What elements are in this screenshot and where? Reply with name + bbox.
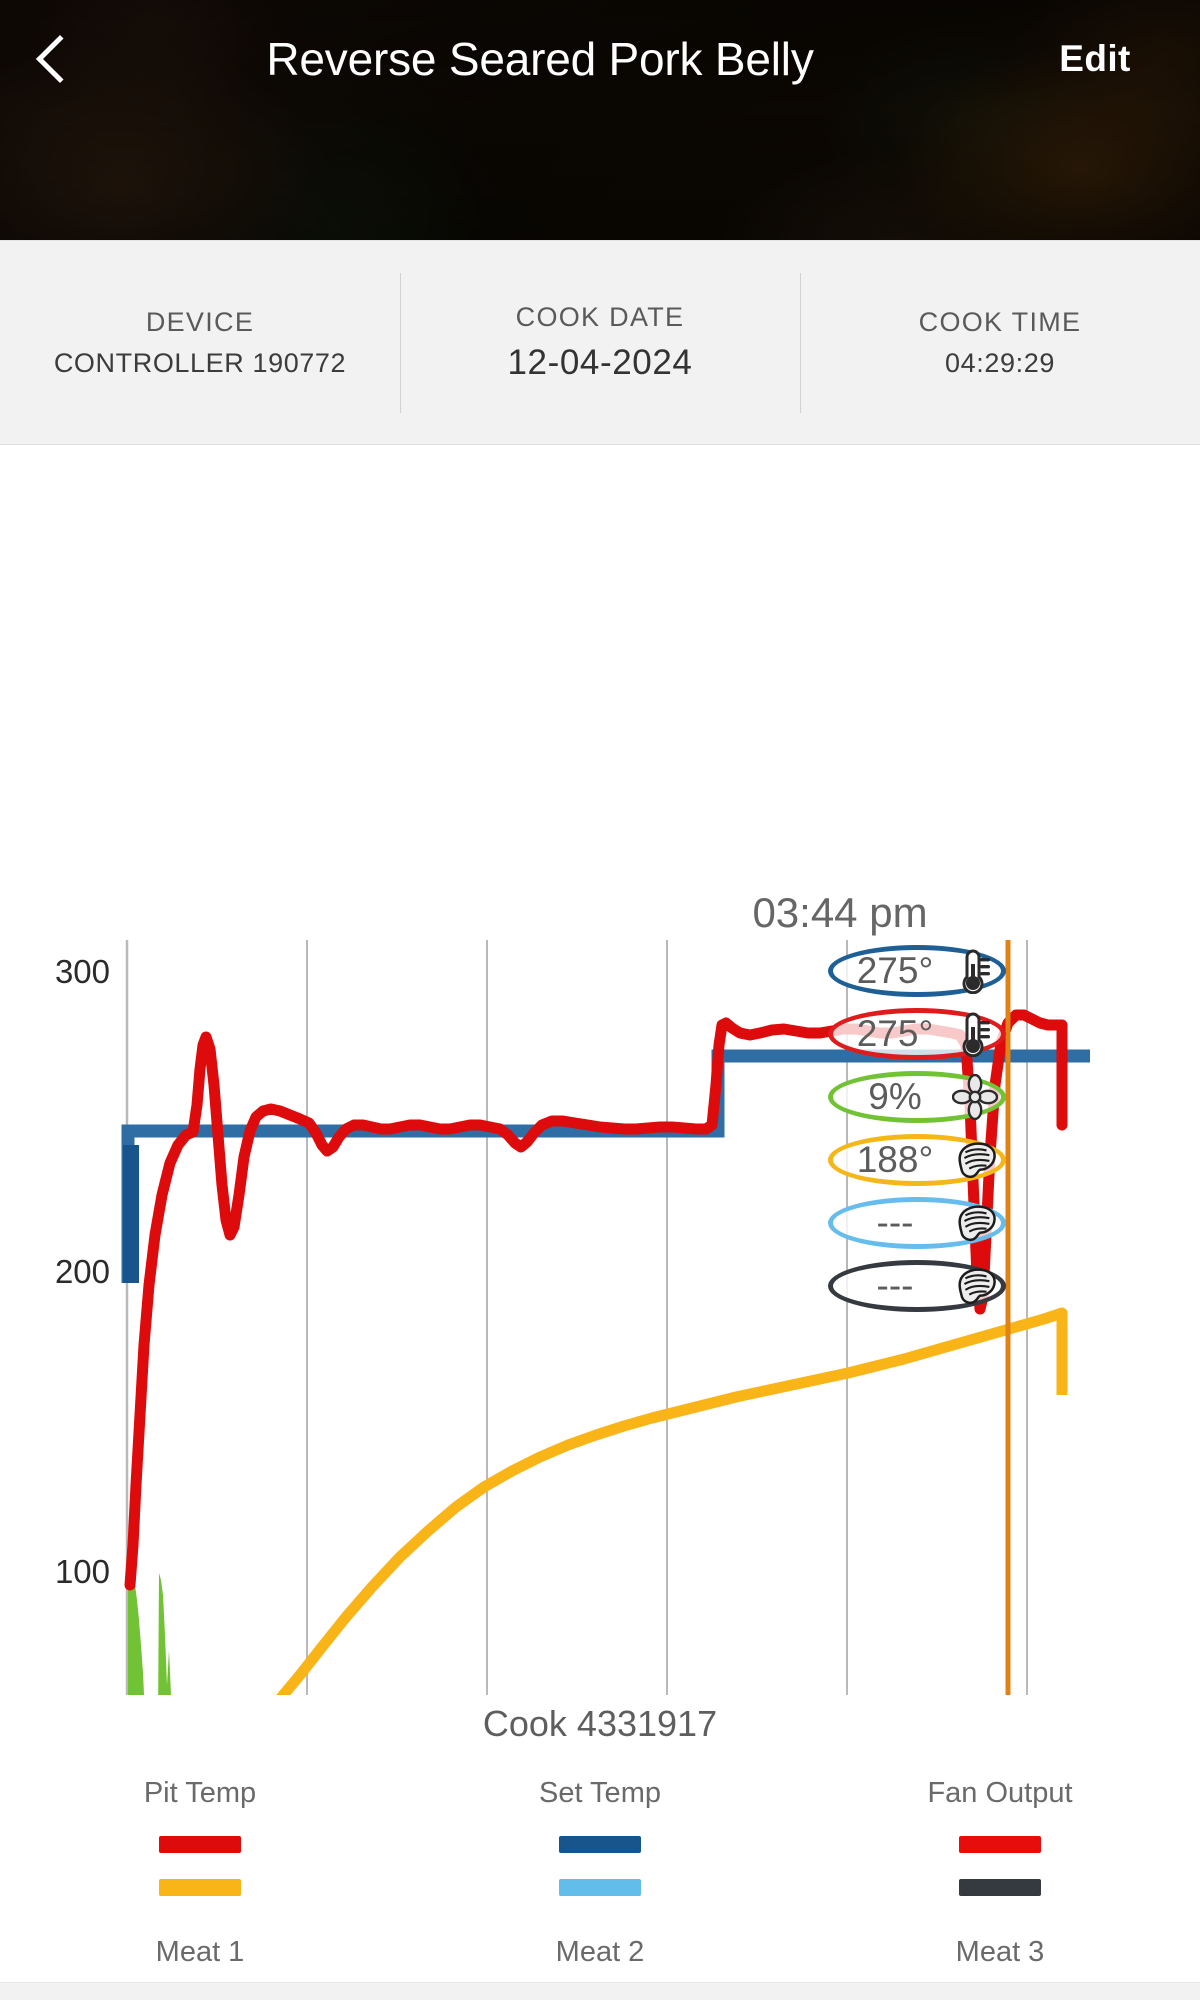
cook-info-bar: DEVICE CONTROLLER 190772 COOK DATE 12-04… [0, 240, 1200, 445]
meat2-temp-badge[interactable]: --- [828, 1197, 1006, 1249]
legend-swatch-pit-temp [159, 1836, 241, 1853]
meat-icon [952, 1200, 998, 1246]
legend-col-pit-temp[interactable]: Pit Temp Meat 1 [0, 1777, 400, 1969]
info-label: COOK TIME [918, 306, 1082, 337]
thermometer-icon [952, 948, 998, 994]
info-value: CONTROLLER 190772 [53, 347, 347, 378]
legend-col-fan-output[interactable]: Fan Output Meat 3 [800, 1777, 1200, 1969]
header-hero: Reverse Seared Pork Belly Edit [0, 0, 1200, 240]
info-value: 12-04-2024 [507, 343, 693, 382]
chevron-left-icon [35, 34, 85, 84]
set-temp-badge[interactable]: 275° [828, 945, 1006, 997]
chart-plot[interactable]: 300 200 100 0 11:40 am 12:30 pm 01:20 pm… [0, 445, 1200, 1695]
info-cell-device: DEVICE CONTROLLER 190772 [0, 273, 400, 413]
y-axis-labels: 300 200 100 0 [55, 953, 110, 1590]
badge-value: 188° [856, 1139, 934, 1180]
chart-legend: Pit Temp Meat 1 Set Temp Meat 2 Fan Outp… [0, 1777, 1200, 1969]
legend-swatch-fan-output [959, 1836, 1041, 1853]
badge-value: --- [876, 1202, 914, 1243]
y-tick-300: 300 [55, 953, 110, 990]
legend-swatch-set-temp [559, 1836, 641, 1853]
edit-button[interactable]: Edit [990, 38, 1200, 80]
series-meat1 [276, 1307, 1068, 1695]
pit-temp-badge[interactable]: 275° [828, 1008, 1006, 1060]
badge-value: 275° [856, 950, 934, 991]
fan-output-badge[interactable]: 9% [828, 1071, 1006, 1123]
legend-label: Pit Temp [143, 1777, 257, 1809]
legend-label: Fan Output [927, 1777, 1073, 1809]
legend-label: Meat 2 [555, 1936, 645, 1968]
info-cell-cook-time: COOK TIME 04:29:29 [800, 272, 1200, 413]
y-tick-100: 100 [55, 1553, 110, 1590]
legend-swatch-meat3 [959, 1879, 1041, 1896]
cook-id-label: Cook 4331917 [482, 1703, 718, 1744]
bottom-strip [0, 1982, 1200, 2000]
cook-chart[interactable]: 03:44 pm 300 200 100 0 11:40 am 12:30 pm… [0, 445, 1200, 1695]
legend-swatch-meat2 [559, 1879, 641, 1896]
info-label: DEVICE [145, 306, 255, 337]
info-label: COOK DATE [515, 302, 685, 332]
header-bar: Reverse Seared Pork Belly Edit [0, 0, 1200, 118]
thermometer-icon [952, 1011, 998, 1057]
badge-value: 9% [868, 1076, 922, 1117]
badge-value: 275° [856, 1013, 934, 1054]
page-title: Reverse Seared Pork Belly [266, 33, 814, 85]
meat1-temp-badge[interactable]: 188° [828, 1134, 1006, 1186]
value-badges: 275° 275° 9% 188° --- --- [828, 945, 1008, 1312]
fan-icon [952, 1074, 998, 1120]
meat3-temp-badge[interactable]: --- [828, 1260, 1006, 1312]
legend-swatch-meat1 [159, 1879, 241, 1896]
meat-icon [952, 1263, 998, 1309]
y-tick-200: 200 [55, 1253, 110, 1290]
info-cell-cook-date: COOK DATE 12-04-2024 [400, 272, 800, 413]
legend-col-set-temp[interactable]: Set Temp Meat 2 [400, 1777, 800, 1969]
meat-icon [952, 1137, 998, 1183]
legend-label: Meat 3 [955, 1936, 1045, 1968]
legend-label: Set Temp [539, 1777, 661, 1809]
legend-label: Meat 1 [155, 1936, 245, 1968]
info-value: 04:29:29 [945, 347, 1055, 378]
badge-value: --- [876, 1265, 914, 1306]
series-fan-output [128, 1573, 171, 1695]
